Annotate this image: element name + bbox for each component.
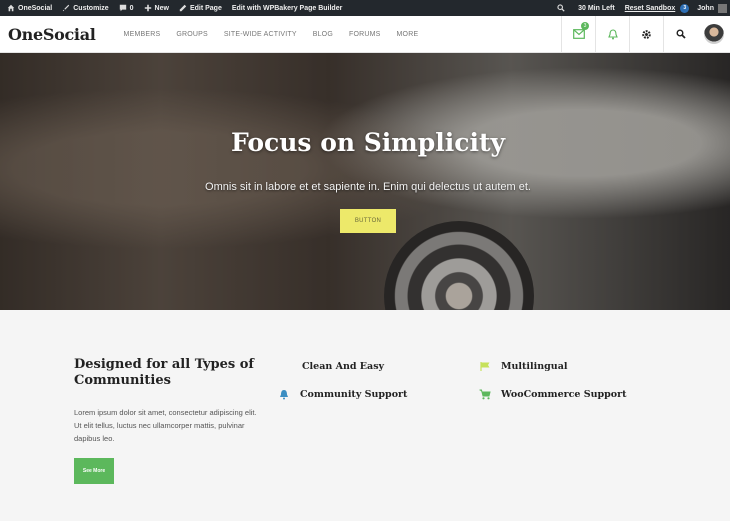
admin-user-avatar (718, 3, 727, 13)
admin-bar: OneSocial Customize 0 New Edit Page Edit… (0, 0, 730, 16)
feature-label: Multilingual (501, 360, 568, 372)
nav-item-forums[interactable]: FORUMS (349, 31, 381, 38)
admin-edit-page-label: Edit Page (189, 4, 222, 12)
header-actions: 3 (561, 15, 730, 53)
feature-label: Community Support (300, 388, 408, 400)
nav-item-more[interactable]: MORE (397, 31, 419, 38)
feature-item-multilingual: Multilingual (479, 360, 567, 372)
features-section: Designed for all Types of Communities Lo… (0, 310, 730, 521)
admin-new-label: New (154, 4, 169, 12)
nav-item-blog[interactable]: BLOG (313, 31, 333, 38)
plus-icon (144, 4, 151, 12)
feature-item-community-support: Community Support (278, 388, 407, 400)
site-logo[interactable]: OneSocial (8, 25, 96, 44)
notifications-button[interactable] (595, 15, 629, 53)
nav-item-groups[interactable]: GROUPS (176, 31, 208, 38)
search-icon (557, 4, 565, 12)
nav-item-members[interactable]: MEMBERS (124, 31, 161, 38)
cart-icon (479, 388, 491, 400)
pencil-icon (179, 4, 187, 12)
admin-user-name: John (697, 4, 714, 12)
site-header: OneSocial MEMBERS GROUPS SITE-WIDE ACTIV… (0, 15, 730, 53)
flag-icon (479, 360, 491, 372)
user-avatar-button[interactable] (697, 16, 730, 53)
feature-label: Clean And Easy (302, 360, 385, 372)
admin-notification-badge[interactable]: 3 (680, 3, 690, 13)
search-button[interactable] (663, 15, 697, 53)
messages-badge: 3 (581, 21, 589, 30)
admin-wpbakery-link[interactable]: Edit with WPBakery Page Builder (227, 0, 347, 16)
bell-icon (278, 388, 290, 400)
bell-icon (607, 28, 618, 39)
hero-section: Focus on Simplicity Omnis sit in labore … (0, 53, 730, 310)
comment-icon (119, 4, 126, 12)
gear-icon (642, 29, 651, 39)
envelope-icon (572, 29, 585, 39)
admin-reset-sandbox-link[interactable]: Reset Sandbox (620, 0, 681, 16)
nav-item-site-wide-activity[interactable]: SITE-WIDE ACTIVITY (224, 31, 297, 38)
admin-search-button[interactable] (552, 0, 573, 16)
admin-site-link[interactable]: OneSocial (2, 0, 57, 16)
settings-button[interactable] (629, 15, 663, 53)
admin-user-menu[interactable]: John (697, 0, 727, 16)
messages-button[interactable]: 3 (561, 15, 595, 53)
home-icon (7, 4, 15, 12)
feature-blank-icon (280, 360, 292, 372)
admin-customize-link[interactable]: Customize (57, 0, 113, 16)
hero-button[interactable]: BUTTON (340, 209, 396, 233)
hero-title: Focus on Simplicity (230, 128, 506, 157)
admin-new-link[interactable]: New (139, 0, 174, 16)
features-text: Lorem ipsum dolor sit amet, consectetur … (74, 408, 257, 443)
admin-comments-count: 0 (129, 4, 134, 12)
admin-wpbakery-label: Edit with WPBakery Page Builder (231, 4, 343, 12)
see-more-button[interactable]: See More (74, 458, 114, 484)
brush-icon (63, 4, 70, 12)
admin-comments-link[interactable]: 0 (114, 0, 139, 16)
main-nav: MEMBERS GROUPS SITE-WIDE ACTIVITY BLOG F… (124, 31, 435, 38)
feature-label: WooCommerce Support (501, 388, 627, 400)
admin-time-left: 30 Min Left (578, 4, 615, 12)
admin-site-name: OneSocial (18, 4, 53, 12)
admin-customize-label: Customize (73, 4, 109, 12)
hero-subtitle: Omnis sit in labore et et sapiente in. E… (205, 181, 531, 193)
admin-edit-page-link[interactable]: Edit Page (174, 0, 227, 16)
feature-item-clean-and-easy: Clean And Easy (280, 360, 384, 372)
feature-item-woocommerce-support: WooCommerce Support (479, 388, 627, 400)
features-title: Designed for all Types of Communities (74, 357, 254, 388)
user-avatar (703, 24, 724, 44)
search-icon (676, 29, 686, 39)
